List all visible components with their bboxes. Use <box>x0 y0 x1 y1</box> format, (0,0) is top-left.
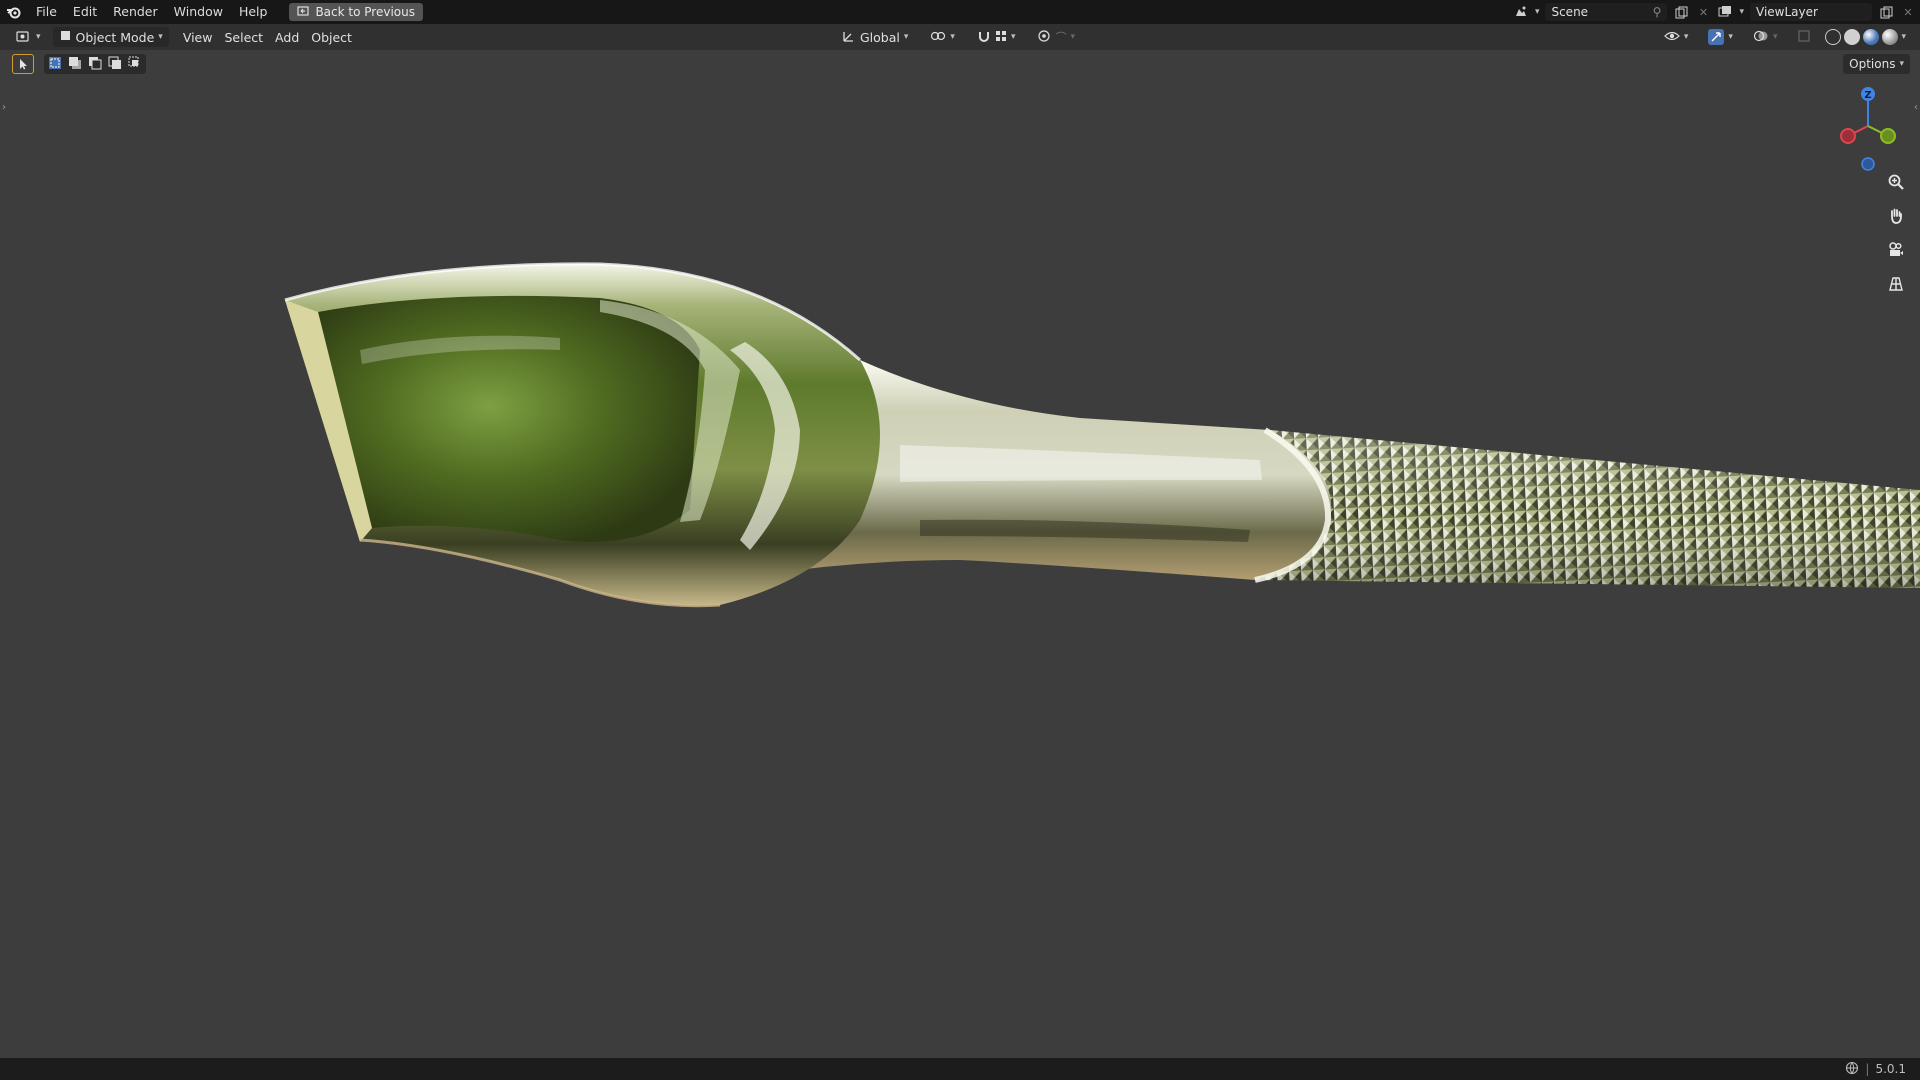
overlay-toggle[interactable]: ▾ <box>1747 27 1784 47</box>
zoom-icon[interactable] <box>1882 168 1910 196</box>
solid-icon[interactable] <box>1844 29 1861 45</box>
menu-object[interactable]: Object <box>305 27 358 47</box>
copy-icon[interactable] <box>1673 4 1689 20</box>
menu-render[interactable]: Render <box>105 0 166 24</box>
version-label: 5.0.1 <box>1875 1062 1906 1076</box>
transform-orientation-label: Global <box>860 29 900 45</box>
view-layer-close-icon[interactable]: ✕ <box>1900 4 1916 20</box>
falloff-icon: ⌒ <box>1055 31 1067 44</box>
right-sidebar-toggle[interactable]: ‹ <box>1914 102 1918 113</box>
gizmo-toggle[interactable]: ▾ <box>1702 27 1739 47</box>
shading-mode-group: ▾ <box>1825 29 1906 45</box>
viewport-canvas <box>284 262 1920 608</box>
global-icon <box>842 29 856 46</box>
status-separator: | <box>1865 1062 1870 1076</box>
back-to-previous-button[interactable]: Back to Previous <box>289 3 423 21</box>
menu-add[interactable]: Add <box>269 27 305 47</box>
scene-dropdown-caret[interactable]: ▾ <box>1535 7 1540 17</box>
navigation-gizmo[interactable]: Z <box>1826 84 1916 174</box>
top-right-controls: ▾ Scene ⚲ ✕ ▾ ViewLayer ✕ <box>1513 0 1920 24</box>
xray-toggle[interactable] <box>1791 27 1817 47</box>
editor-type-button[interactable]: ▾ <box>10 27 47 47</box>
gizmo-neg-z-axis[interactable] <box>1861 157 1875 171</box>
view-layer-icon[interactable] <box>1717 4 1733 20</box>
object-mode-label: Object Mode <box>75 29 155 45</box>
editor-type-icon <box>16 29 32 46</box>
knurled-shaft-shading <box>1255 430 1920 588</box>
pin-icon[interactable]: ⚲ <box>1653 5 1662 19</box>
shading-dropdown-caret[interactable]: ▾ <box>1901 32 1906 42</box>
menu-file[interactable]: File <box>28 0 65 24</box>
back-to-previous-label: Back to Previous <box>315 5 415 19</box>
overlay-icon <box>1753 29 1769 46</box>
grid-icon[interactable] <box>1882 270 1910 298</box>
menu-view[interactable]: View <box>177 27 219 47</box>
rendered-icon[interactable] <box>1882 29 1899 45</box>
network-icon <box>1845 1061 1859 1078</box>
camera-icon[interactable] <box>1882 236 1910 264</box>
header-center-tools: Global ▾ ▾ ▾ ⌒ ▾ <box>836 27 1081 47</box>
gizmo-y-axis[interactable] <box>1880 128 1896 144</box>
3d-viewport[interactable]: Z › ‹ <box>0 50 1920 1058</box>
snap-icon <box>977 29 991 46</box>
gizmo-icon <box>1708 29 1725 45</box>
pivot-icon <box>930 29 946 46</box>
visibility-icon <box>1664 29 1680 46</box>
snap-grid-icon <box>995 30 1007 45</box>
menu-edit[interactable]: Edit <box>65 0 105 24</box>
menu-select[interactable]: Select <box>218 27 269 47</box>
view-layer-dropdown-caret[interactable]: ▾ <box>1739 7 1744 17</box>
menu-window[interactable]: Window <box>166 0 231 24</box>
close-icon[interactable]: ✕ <box>1695 4 1711 20</box>
view-layer-field[interactable]: ViewLayer <box>1750 3 1872 21</box>
scene-field[interactable]: Scene ⚲ <box>1545 3 1668 21</box>
wireframe-icon[interactable] <box>1825 29 1842 45</box>
gizmo-z-label: Z <box>1864 90 1871 101</box>
back-icon <box>297 5 310 20</box>
object-mode-icon <box>59 29 72 45</box>
left-toolbar-toggle[interactable]: › <box>2 102 6 113</box>
view-layer-name: ViewLayer <box>1756 5 1818 19</box>
material-icon[interactable] <box>1863 29 1880 45</box>
menu-help[interactable]: Help <box>231 0 276 24</box>
transform-orientation-dropdown[interactable]: Global ▾ <box>836 27 914 47</box>
gizmo-x-axis[interactable] <box>1840 128 1856 144</box>
blender-logo-icon[interactable] <box>0 0 28 24</box>
snap-toggle[interactable]: ▾ <box>971 27 1022 47</box>
header-right-tools: ▾ ▾ ▾ ▾ <box>1658 27 1906 47</box>
proportional-icon <box>1037 29 1051 46</box>
scene-name: Scene <box>1551 5 1589 19</box>
pivot-point-dropdown[interactable]: ▾ <box>924 27 961 47</box>
viewport-navigation-buttons <box>1882 168 1910 298</box>
tool-head-face <box>318 295 700 542</box>
scene-icon[interactable] <box>1513 4 1529 20</box>
object-mode-dropdown[interactable]: Object Mode ▾ <box>52 27 169 47</box>
xray-icon <box>1797 29 1811 46</box>
proportional-editing-toggle[interactable]: ⌒ ▾ <box>1031 27 1081 47</box>
pan-icon[interactable] <box>1882 202 1910 230</box>
view-layer-copy-icon[interactable] <box>1878 4 1894 20</box>
top-bar: File Edit Render Window Help Back to Pre… <box>0 0 1920 24</box>
visibility-dropdown[interactable]: ▾ <box>1658 27 1695 47</box>
status-bar: | 5.0.1 <box>0 1058 1920 1080</box>
